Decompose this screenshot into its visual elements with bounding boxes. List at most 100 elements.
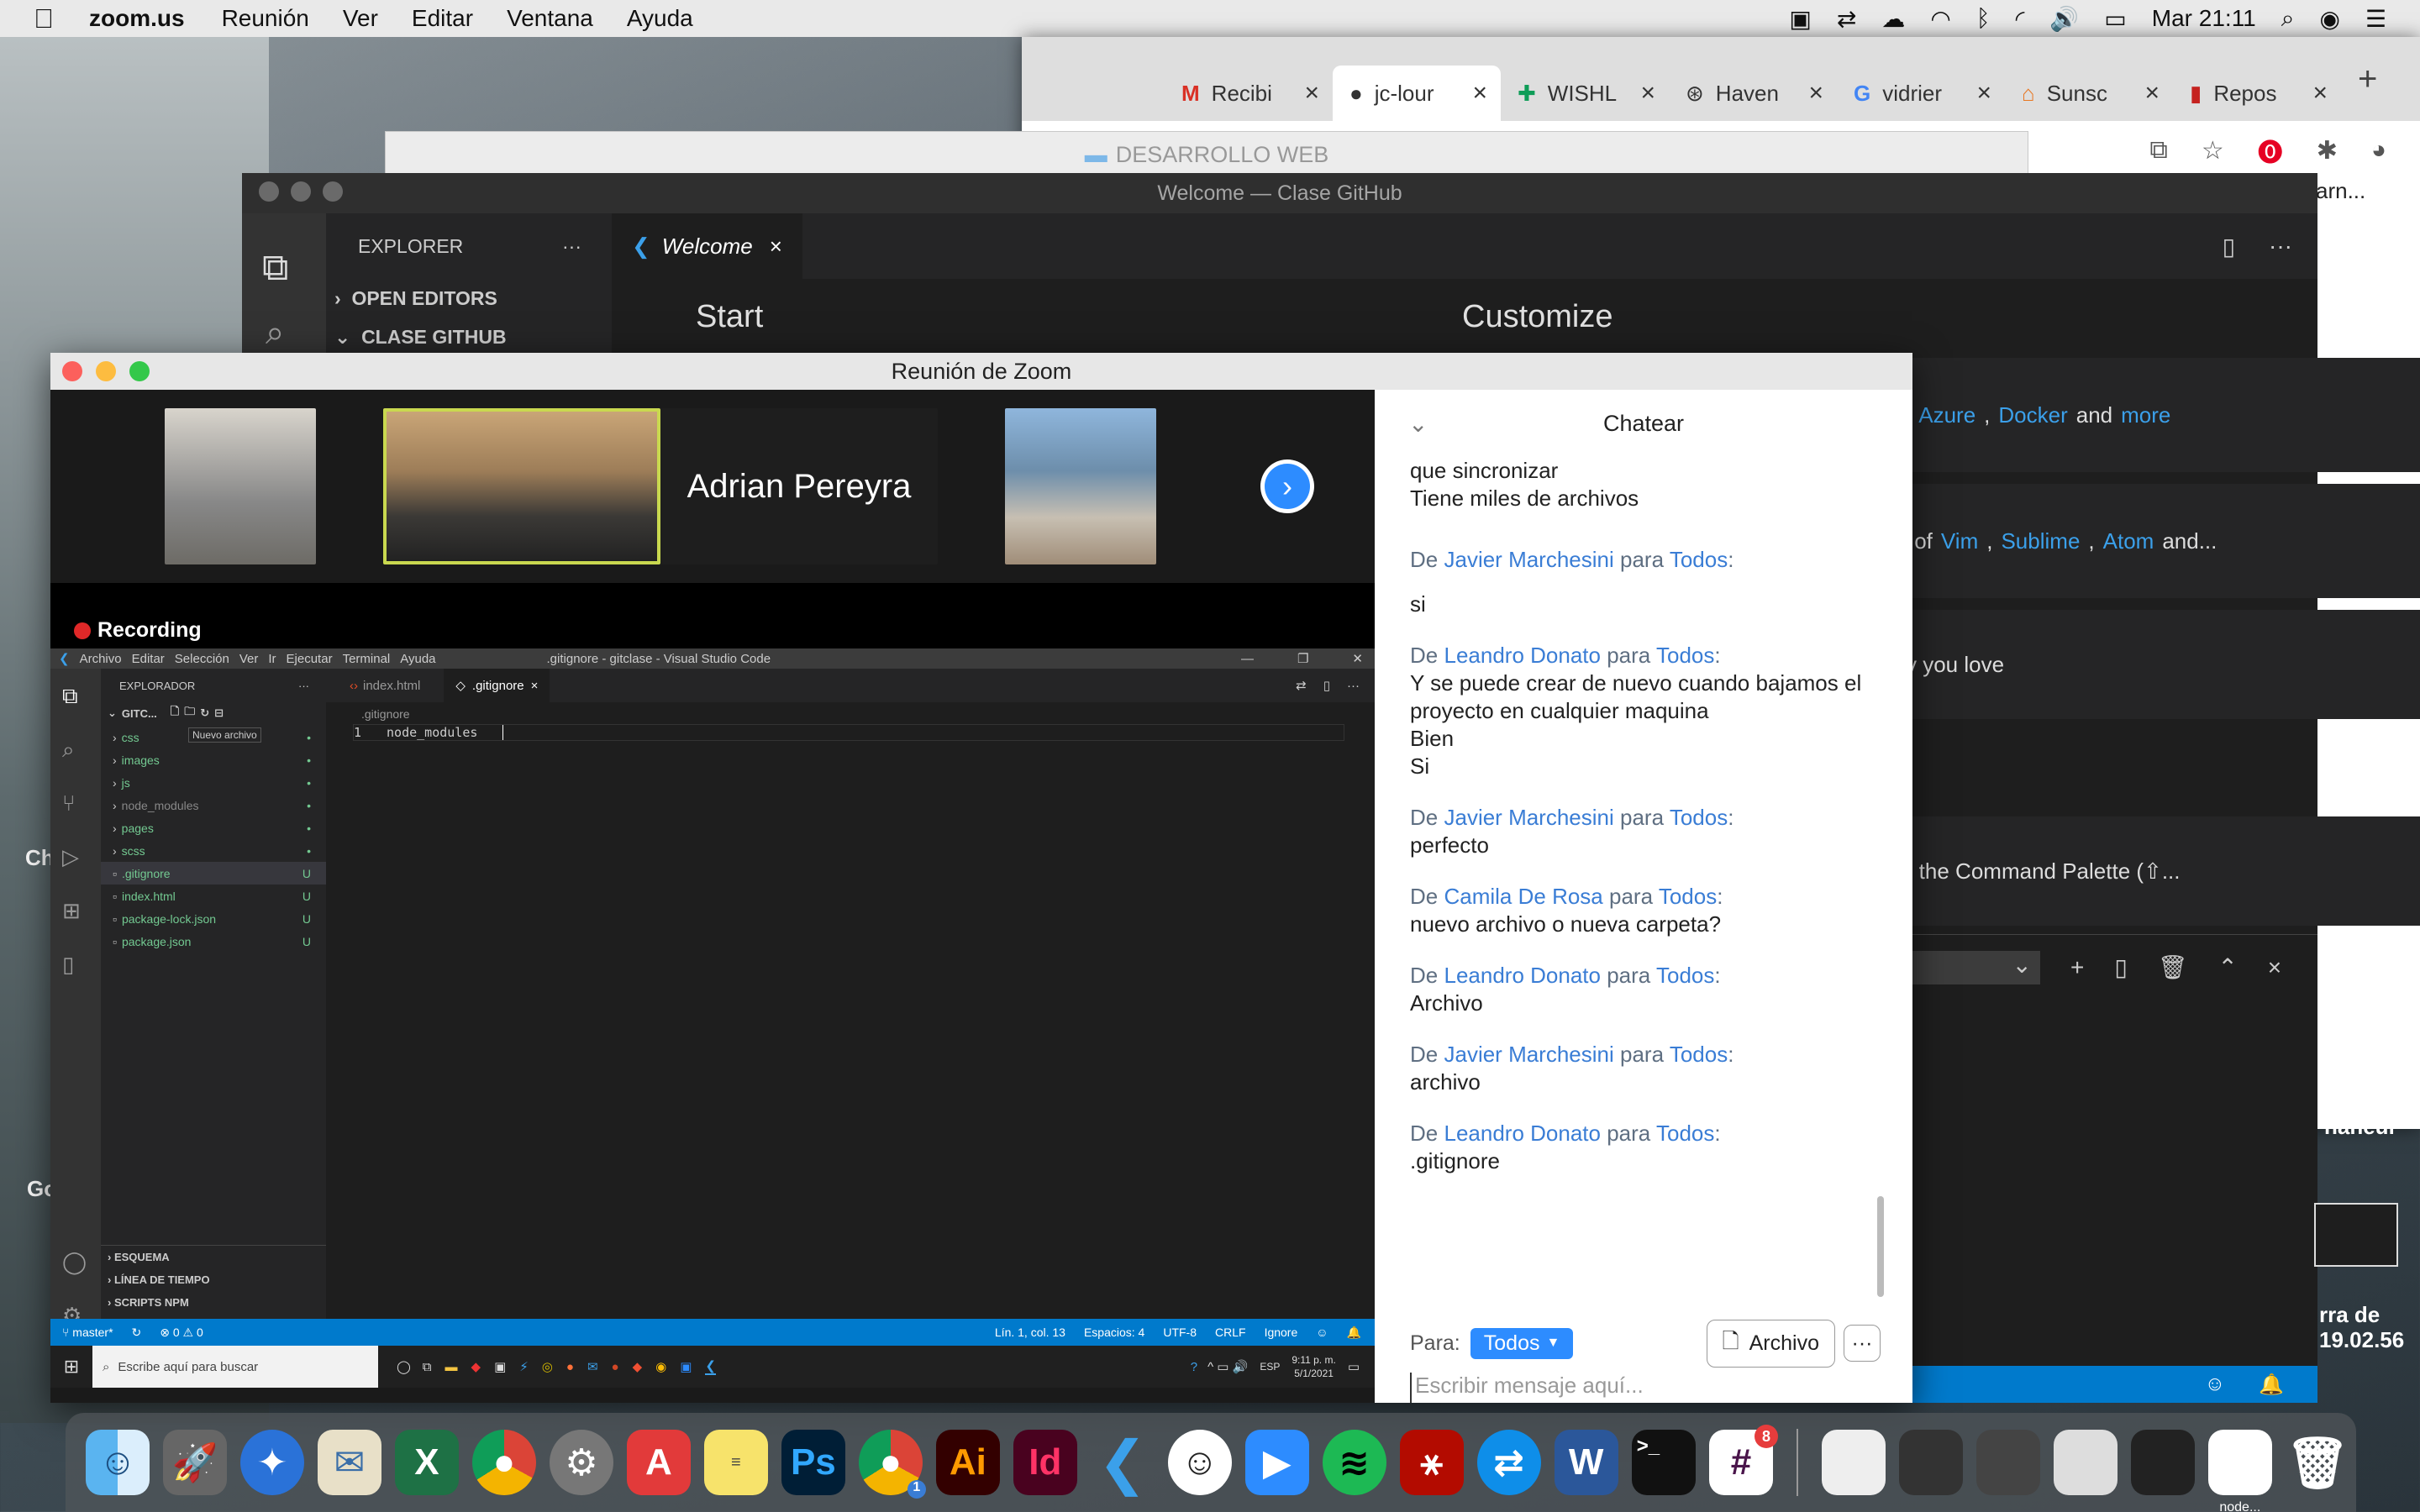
close-icon[interactable]: × [2312, 79, 2328, 108]
app-icon[interactable]: ◆ [471, 1359, 481, 1374]
illustrator-icon[interactable]: Ai [935, 1430, 1000, 1495]
chat-input[interactable]: Escribir mensaje aquí... [1410, 1373, 1881, 1403]
menu-editar[interactable]: Editar [132, 652, 165, 666]
window-thumbnail[interactable] [1975, 1430, 2040, 1495]
mail-icon[interactable]: ✉ [587, 1359, 598, 1374]
menu-ver[interactable]: Ver [343, 5, 378, 32]
indentation[interactable]: Espacios: 4 [1084, 1326, 1144, 1339]
sender-name[interactable]: Leandro Donato [1444, 643, 1600, 668]
new-tab-icon[interactable]: + [2358, 60, 2377, 98]
photoshop-icon[interactable]: Ps [781, 1430, 845, 1495]
customize-card-tools[interactable]: ,Azure,Dockerandmore [1889, 358, 2420, 472]
close-icon[interactable]: × [770, 234, 782, 260]
section-esquema[interactable]: › ESQUEMA [108, 1246, 326, 1268]
menu-ayuda[interactable]: Ayuda [400, 652, 435, 666]
chat-scroll-thumb[interactable] [1877, 1196, 1884, 1297]
apple-icon[interactable]:  [34, 3, 54, 34]
windows-start-icon[interactable]: ⊞ [50, 1356, 92, 1378]
stickies-icon[interactable]: ≡ [703, 1430, 768, 1495]
participant-video[interactable] [1005, 408, 1156, 564]
sender-name[interactable]: Javier Marchesini [1444, 547, 1613, 572]
volume-icon[interactable]: 🔊 [2049, 5, 2079, 33]
close-icon[interactable]: ✕ [1352, 651, 1363, 666]
desktop-screenshot-thumbnail[interactable] [2314, 1203, 2398, 1267]
file-tree-item[interactable]: ▫ index.html U [101, 885, 326, 907]
system-preferences-icon[interactable]: ⚙ [549, 1430, 613, 1495]
file-tree-item[interactable]: ▫ package-lock.json U [101, 907, 326, 930]
search-icon[interactable]: ⌕ [62, 722, 101, 776]
code-line[interactable]: 1 node_modules [353, 724, 1344, 741]
chrome-tab[interactable]: ⊛ Haven × [1669, 68, 1837, 118]
translate-icon[interactable]: ⧉ [2149, 136, 2167, 165]
sender-name[interactable]: Leandro Donato [1444, 1121, 1600, 1146]
extensions-icon[interactable]: ✱ [2317, 136, 2338, 165]
chrome-tab[interactable]: ⌂ Sunsc × [2005, 68, 2173, 118]
menu-ventana[interactable]: Ventana [507, 5, 593, 32]
close-icon[interactable]: × [531, 679, 539, 693]
section-scripts-npm[interactable]: › SCRIPTS NPM [108, 1291, 326, 1314]
more-actions-icon[interactable]: ··· [2269, 233, 2292, 260]
bell-icon[interactable]: 🔔 [2259, 1373, 2284, 1397]
refresh-icon[interactable]: ↻ [200, 706, 209, 720]
section-linea-tiempo[interactable]: › LÍNEA DE TIEMPO [108, 1268, 326, 1291]
folder-header[interactable]: ⌄ GITC... 🗋 🗀 ↻ ⊟ [101, 702, 326, 724]
menu-reunion[interactable]: Reunión [222, 5, 309, 32]
chrome-tab[interactable]: ▮ Repos × [2173, 68, 2341, 118]
recipient-name[interactable]: Todos [1670, 805, 1728, 830]
files-icon[interactable]: ⧉ [262, 247, 326, 289]
source-control-icon[interactable]: ⑂ [62, 776, 101, 830]
more-icon[interactable]: ··· [298, 680, 309, 692]
excel-icon[interactable]: X [394, 1430, 459, 1495]
close-icon[interactable]: × [1472, 79, 1487, 108]
pinterest-icon[interactable]: ⓿ [2258, 132, 2283, 169]
language-indicator[interactable]: ESP [1260, 1361, 1280, 1373]
file-tree-item[interactable]: › scss • [101, 839, 326, 862]
spotlight-icon[interactable]: ⌕ [2281, 5, 2295, 33]
menu-ejecutar[interactable]: Ejecutar [287, 652, 333, 666]
language-mode[interactable]: Ignore [1265, 1326, 1298, 1339]
chrome-icon[interactable]: ● [471, 1430, 536, 1495]
file-tree-item[interactable]: › pages • [101, 816, 326, 839]
learn-card-command-palette[interactable]: n the Command Palette (⇧... [1889, 816, 2420, 926]
sender-name[interactable]: Javier Marchesini [1444, 1042, 1613, 1067]
collapse-icon[interactable]: ⊟ [214, 706, 224, 720]
feedback-icon[interactable]: ☺ [2205, 1373, 2226, 1396]
control-center-icon[interactable]: ☰ [2365, 5, 2386, 33]
spotify-icon[interactable]: ≋ [1322, 1430, 1386, 1495]
help-icon[interactable]: ? [1191, 1360, 1197, 1374]
close-icon[interactable]: × [1976, 79, 1991, 108]
indesign-icon[interactable]: Id [1013, 1430, 1077, 1495]
menu-editar[interactable]: Editar [412, 5, 473, 32]
new-file-icon[interactable]: 🗋 [171, 704, 179, 722]
split-editor-icon[interactable]: ▯ [1323, 678, 1330, 693]
finder-icon[interactable]: ☺ [86, 1430, 150, 1495]
word-icon[interactable]: W [1554, 1430, 1618, 1495]
teamviewer-icon[interactable]: ⇄ [1837, 5, 1856, 33]
launchpad-icon[interactable]: 🚀 [162, 1430, 227, 1495]
participant-name-tile[interactable]: Adrian Pereyra [660, 408, 938, 564]
file-button[interactable]: 🗋 Archivo [1706, 1319, 1835, 1368]
minimize-window-icon[interactable] [96, 361, 116, 381]
safari-icon[interactable]: ✦ [239, 1430, 304, 1495]
powerpoint-icon[interactable]: ● [612, 1360, 619, 1374]
run-debug-icon[interactable]: ▷ [62, 830, 101, 884]
search-icon[interactable]: ⌕ [266, 314, 326, 352]
notifications-icon[interactable]: ▭ [1348, 1359, 1360, 1374]
recipient-name[interactable]: Todos [1670, 1042, 1728, 1067]
slack-icon[interactable]: #8 [1708, 1425, 1778, 1495]
store-icon[interactable]: ▣ [494, 1359, 506, 1374]
files-icon[interactable]: ⧉ [62, 669, 101, 722]
creative-cloud-icon[interactable]: ☁ [1881, 5, 1905, 33]
airplay-icon[interactable]: ◠ [1930, 5, 1950, 33]
more-icon[interactable]: ··· [562, 235, 581, 258]
mail-icon[interactable]: ✉ [317, 1430, 381, 1495]
restore-icon[interactable]: ❐ [1297, 651, 1308, 666]
sender-name[interactable]: Javier Marchesini [1444, 805, 1613, 830]
menu-ir[interactable]: Ir [268, 652, 276, 666]
autocad-icon[interactable]: A [626, 1430, 691, 1495]
zoom-icon[interactable]: ▶ [1244, 1430, 1309, 1495]
vscode-icon[interactable]: ❮ [1091, 1430, 1155, 1495]
zoom-status-icon[interactable]: ▣ [1789, 5, 1811, 33]
chrome-icon[interactable]: ◉ [655, 1359, 666, 1374]
taskbar-search[interactable]: ⌕ Escribe aquí para buscar [92, 1346, 378, 1388]
